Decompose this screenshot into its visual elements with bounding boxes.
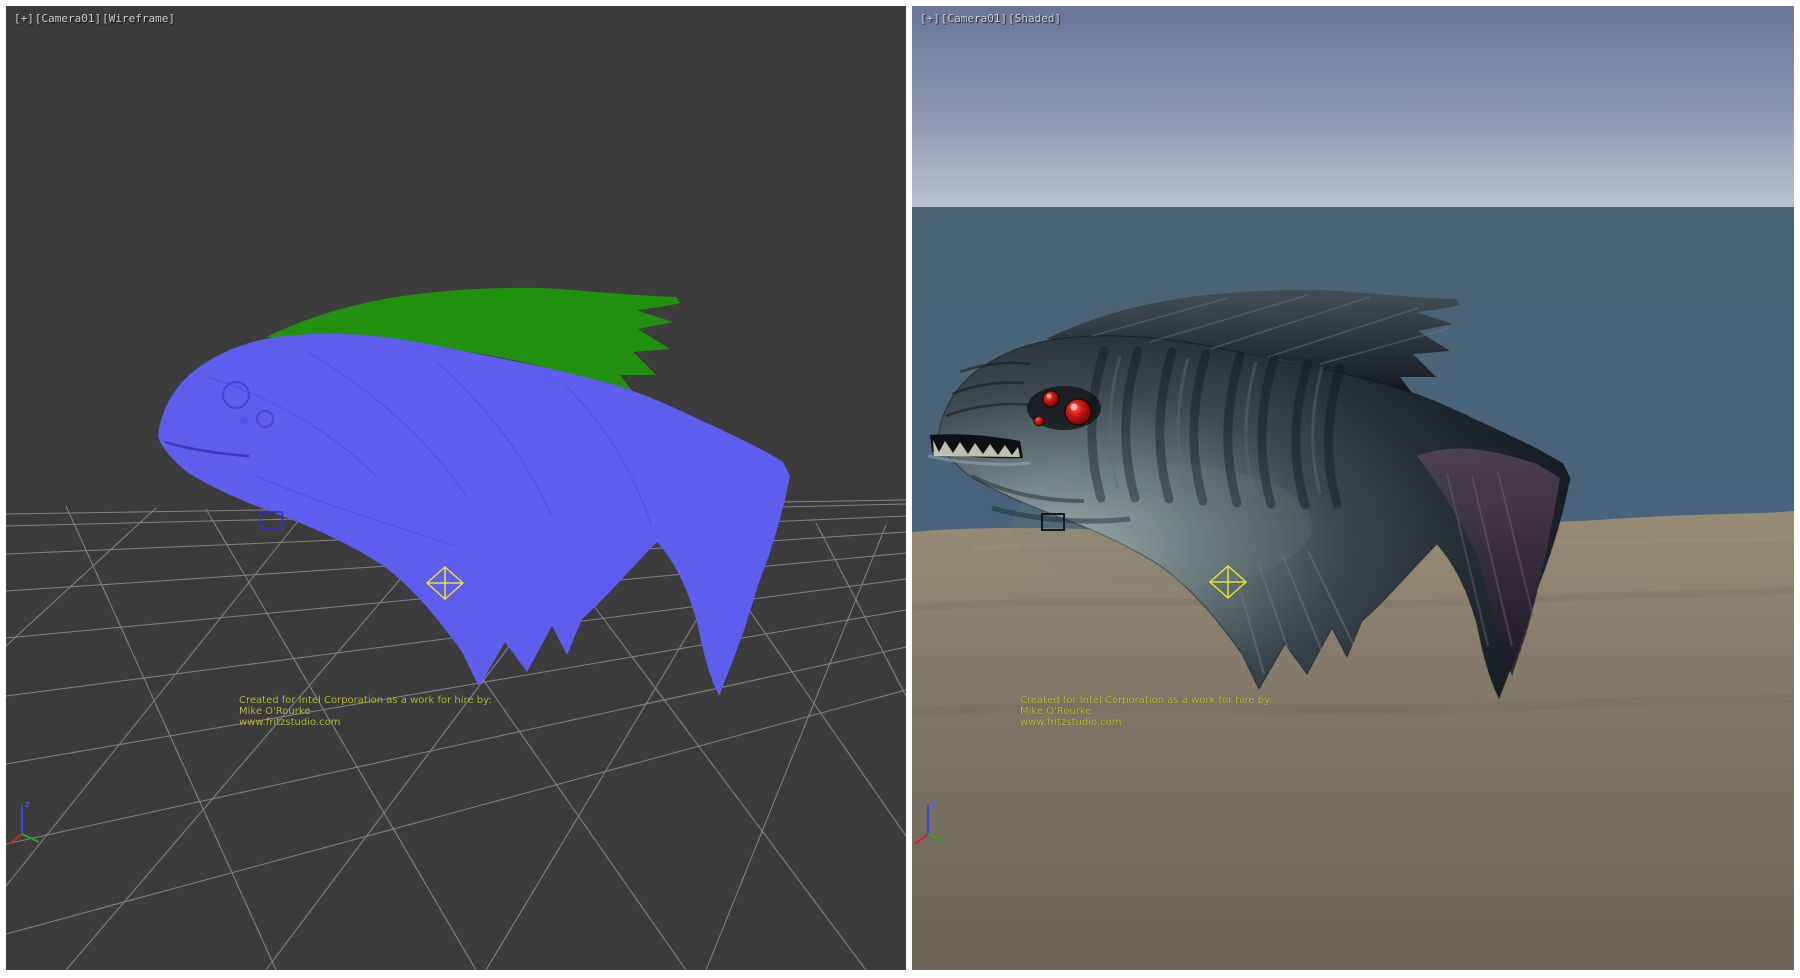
fish-eye-second [1043,391,1059,407]
viewport-label: [+][Camera01][Wireframe] [14,12,176,25]
viewport-menu-general[interactable]: [+] [14,12,34,25]
viewport-canvas-wireframe[interactable]: z [6,6,906,970]
axis-z-label: z [25,800,30,810]
viewport-menu-pov[interactable]: [Camera01] [941,12,1007,25]
scene-watermark: Created for Intel Corporation as a work … [239,695,492,728]
watermark-line: Created for Intel Corporation as a work … [1020,695,1273,706]
viewport-wireframe[interactable]: z [+][Camera01][Wireframe] Created for I… [6,6,906,970]
watermark-line: Mike O'Rourke [239,706,492,717]
viewport-canvas-shaded[interactable]: z [912,6,1794,970]
watermark-line: Mike O'Rourke [1020,706,1273,717]
watermark-line: www.fritzstudio.com [239,717,492,728]
fish-eye-third [1034,416,1044,426]
viewport-menu-general[interactable]: [+] [920,12,940,25]
watermark-line: Created for Intel Corporation as a work … [239,695,492,706]
scene-watermark: Created for Intel Corporation as a work … [1020,695,1273,728]
viewport-menu-shading[interactable]: [Wireframe] [102,12,175,25]
viewport-label: [+][Camera01][Shaded] [920,12,1062,25]
viewport-menu-pov[interactable]: [Camera01] [35,12,101,25]
viewport-menu-shading[interactable]: [Shaded] [1008,12,1061,25]
axis-z-label: z [931,800,936,810]
viewport-shaded[interactable]: z [+][Camera01][Shaded] Created for Inte… [912,6,1794,970]
watermark-line: www.fritzstudio.com [1020,717,1273,728]
fish-model[interactable] [158,288,790,696]
fish-eye-main [1065,399,1091,425]
fish-body [158,334,790,696]
